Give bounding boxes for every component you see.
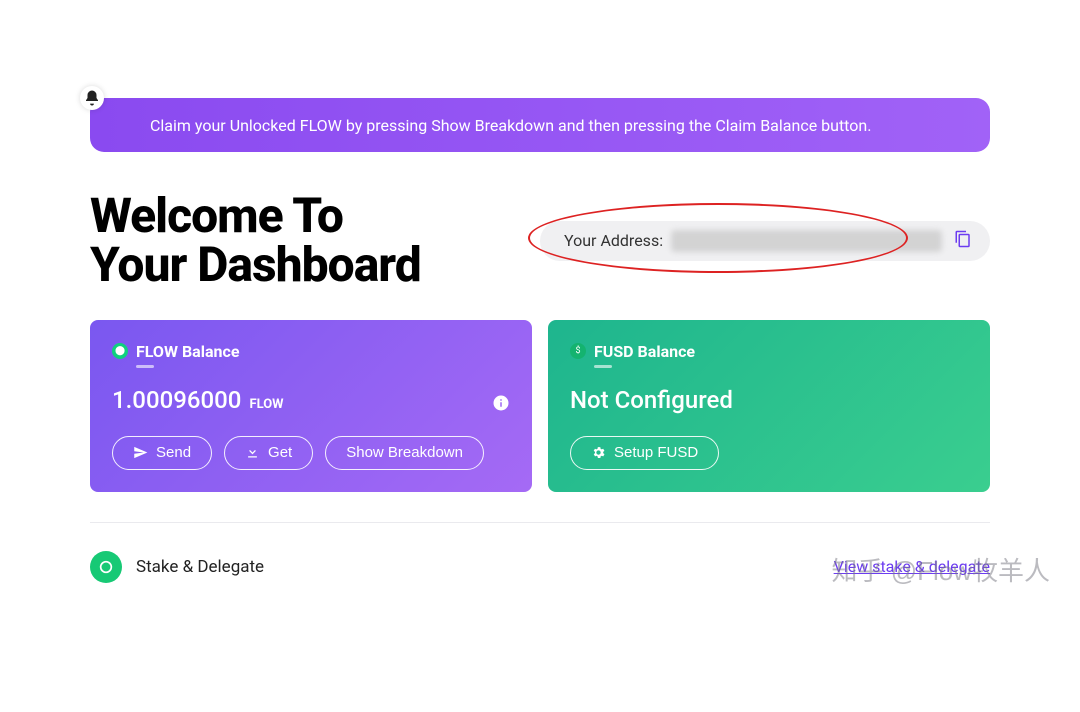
flow-coin-icon: ⬤ bbox=[112, 343, 128, 359]
info-icon[interactable] bbox=[492, 394, 510, 416]
copy-address-icon[interactable] bbox=[954, 230, 972, 252]
fusd-coin-icon: $ bbox=[570, 343, 586, 359]
fusd-card-title: FUSD Balance bbox=[594, 342, 695, 361]
stake-title: Stake & Delegate bbox=[136, 557, 264, 577]
flow-balance-value: 1.00096000 bbox=[112, 386, 241, 414]
section-divider bbox=[90, 522, 990, 523]
address-value-redacted bbox=[671, 230, 942, 252]
get-button[interactable]: Get bbox=[224, 436, 313, 470]
send-button[interactable]: Send bbox=[112, 436, 212, 470]
stake-icon bbox=[90, 551, 122, 583]
address-label: Your Address: bbox=[564, 231, 663, 250]
claim-banner: Claim your Unlocked FLOW by pressing Sho… bbox=[90, 98, 990, 152]
flow-balance-card: ⬤ FLOW Balance 1.00096000 FLOW Send Get bbox=[90, 320, 532, 492]
page-title: Welcome To Your Dashboard bbox=[90, 192, 421, 290]
flow-card-title: FLOW Balance bbox=[136, 342, 239, 361]
flow-balance-unit: FLOW bbox=[249, 397, 283, 412]
address-pill: Your Address: bbox=[540, 221, 990, 261]
setup-fusd-button[interactable]: Setup FUSD bbox=[570, 436, 719, 470]
claim-banner-text: Claim your Unlocked FLOW by pressing Sho… bbox=[150, 116, 871, 135]
fusd-status: Not Configured bbox=[570, 386, 733, 414]
show-breakdown-button[interactable]: Show Breakdown bbox=[325, 436, 484, 470]
notification-bell-icon[interactable] bbox=[80, 86, 104, 110]
fusd-balance-card: $ FUSD Balance Not Configured Setup FUSD bbox=[548, 320, 990, 492]
view-stake-link[interactable]: View stake & delegate bbox=[834, 557, 990, 576]
